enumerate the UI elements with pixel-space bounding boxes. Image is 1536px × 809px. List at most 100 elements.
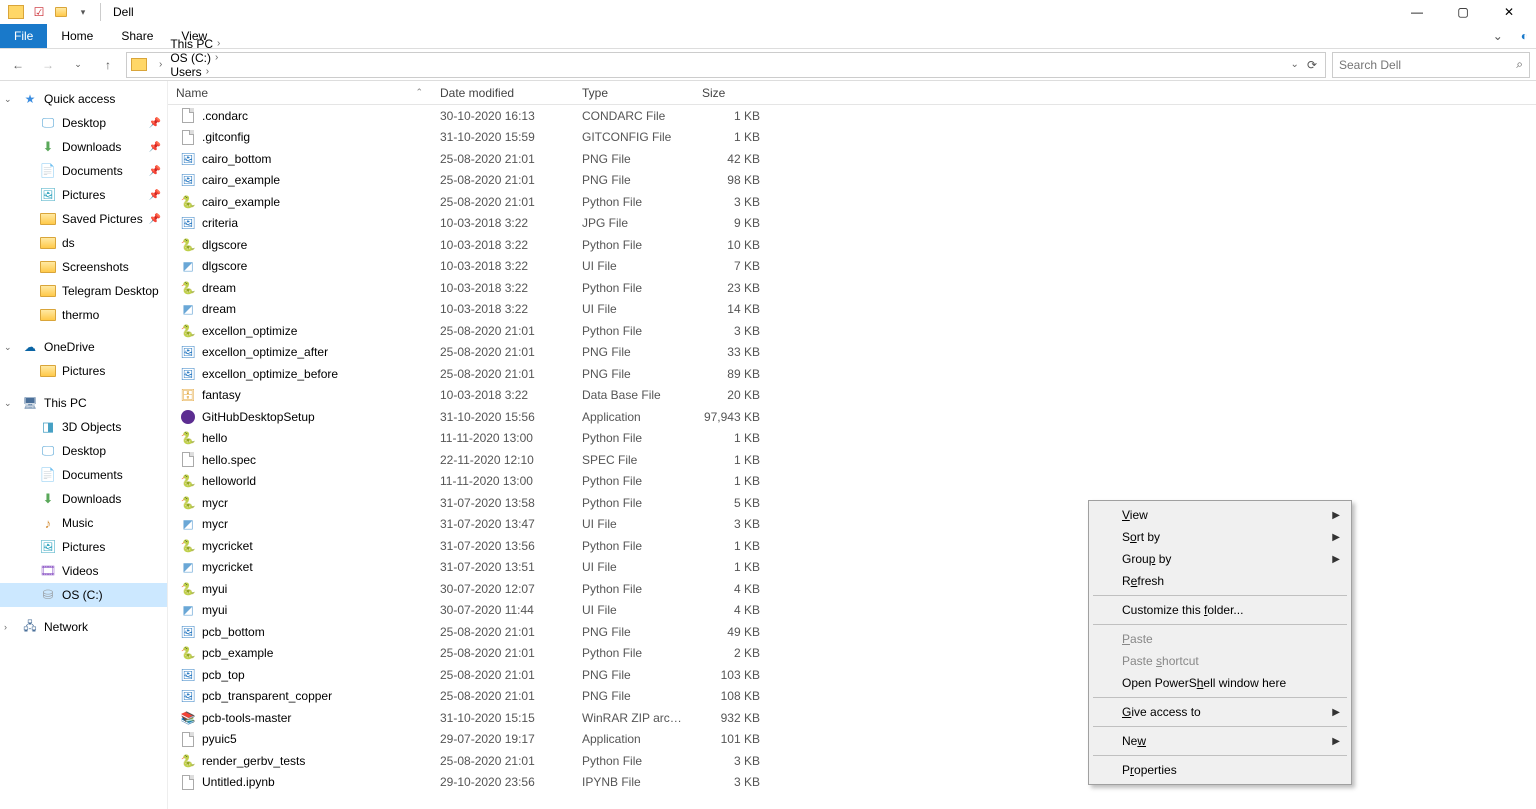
file-size: 1 KB: [694, 560, 772, 574]
nav-item[interactable]: 🖼Pictures: [0, 535, 167, 559]
file-date: 25-08-2020 21:01: [432, 173, 574, 187]
file-row[interactable]: 🐍dream10-03-2018 3:22Python File23 KB: [168, 277, 1536, 299]
file-row[interactable]: hello.spec22-11-2020 12:10SPEC File1 KB: [168, 449, 1536, 471]
nav-item[interactable]: Screenshots: [0, 255, 167, 279]
ctx-powershell[interactable]: Open PowerShell window here: [1092, 672, 1348, 694]
file-row[interactable]: 🖼criteria10-03-2018 3:22JPG File9 KB: [168, 213, 1536, 235]
file-size: 2 KB: [694, 646, 772, 660]
maximize-button[interactable]: ▢: [1440, 0, 1486, 24]
file-row[interactable]: 🖼cairo_bottom25-08-2020 21:01PNG File42 …: [168, 148, 1536, 170]
file-name: helloworld: [202, 474, 256, 488]
nav-item[interactable]: 🖵Desktop📌: [0, 111, 167, 135]
ribbon-expand-icon[interactable]: ⌄: [1483, 24, 1513, 48]
back-button[interactable]: ←: [6, 53, 30, 77]
nav-item[interactable]: Telegram Desktop: [0, 279, 167, 303]
tab-share[interactable]: Share: [107, 24, 167, 48]
ctx-sort[interactable]: Sort by▶: [1092, 526, 1348, 548]
nav-network[interactable]: › 🖧 Network: [0, 615, 167, 639]
breadcrumb-seg[interactable]: Users›: [166, 65, 224, 79]
nav-item[interactable]: 📄Documents📌: [0, 159, 167, 183]
nav-item[interactable]: ◨3D Objects: [0, 415, 167, 439]
file-row[interactable]: 🐍dlgscore10-03-2018 3:22Python File10 KB: [168, 234, 1536, 256]
nav-item[interactable]: 🖼Pictures📌: [0, 183, 167, 207]
qat-dropdown-icon[interactable]: ▾: [76, 5, 90, 19]
up-button[interactable]: ↑: [96, 53, 120, 77]
file-row[interactable]: .condarc30-10-2020 16:13CONDARC File1 KB: [168, 105, 1536, 127]
chevron-down-icon[interactable]: ⌄: [4, 94, 16, 105]
ctx-group[interactable]: Group by▶: [1092, 548, 1348, 570]
qat-newfolder-icon[interactable]: [54, 5, 68, 19]
file-type: PNG File: [574, 689, 694, 703]
file-row[interactable]: GitHubDesktopSetup31-10-2020 15:56Applic…: [168, 406, 1536, 428]
nav-item[interactable]: Saved Pictures📌: [0, 207, 167, 231]
navigation-pane[interactable]: ⌄ ★ Quick access 🖵Desktop📌⬇Downloads📌📄Do…: [0, 81, 168, 809]
chevron-down-icon[interactable]: ⌄: [4, 398, 16, 409]
title-separator: [100, 3, 101, 21]
column-date[interactable]: Date modified: [432, 86, 574, 100]
nav-onedrive[interactable]: ⌄ ☁ OneDrive: [0, 335, 167, 359]
ctx-properties[interactable]: Properties: [1092, 759, 1348, 781]
file-date: 25-08-2020 21:01: [432, 324, 574, 338]
downloads-icon: ⬇: [40, 139, 56, 155]
file-row[interactable]: ◩dream10-03-2018 3:22UI File14 KB: [168, 299, 1536, 321]
nav-item[interactable]: ⛁OS (C:): [0, 583, 167, 607]
search-input[interactable]: [1339, 58, 1516, 72]
file-icon: 🖼: [180, 688, 196, 704]
breadcrumb-root[interactable]: ›: [151, 59, 166, 70]
column-name[interactable]: Name⌃: [168, 86, 432, 100]
breadcrumb-seg[interactable]: This PC›: [166, 37, 224, 51]
file-row[interactable]: 🐍cairo_example25-08-2020 21:01Python Fil…: [168, 191, 1536, 213]
minimize-button[interactable]: —: [1394, 0, 1440, 24]
nav-quick-access[interactable]: ⌄ ★ Quick access: [0, 87, 167, 111]
file-row[interactable]: .gitconfig31-10-2020 15:59GITCONFIG File…: [168, 127, 1536, 149]
close-button[interactable]: ✕: [1486, 0, 1532, 24]
nav-item[interactable]: thermo: [0, 303, 167, 327]
address-history-icon[interactable]: ⌄: [1291, 59, 1299, 70]
file-type: Python File: [574, 324, 694, 338]
file-row[interactable]: 🐍hello11-11-2020 13:00Python File1 KB: [168, 428, 1536, 450]
nav-item[interactable]: ♪Music: [0, 511, 167, 535]
tab-home[interactable]: Home: [47, 24, 107, 48]
ctx-view[interactable]: View▶: [1092, 504, 1348, 526]
ctx-give-access[interactable]: Give access to▶: [1092, 701, 1348, 723]
qat-properties-icon[interactable]: ☑: [32, 5, 46, 19]
chevron-down-icon[interactable]: ⌄: [4, 342, 16, 353]
file-row[interactable]: 🐍helloworld11-11-2020 13:00Python File1 …: [168, 471, 1536, 493]
file-row[interactable]: 🖼excellon_optimize_after25-08-2020 21:01…: [168, 342, 1536, 364]
file-row[interactable]: 🗄fantasy10-03-2018 3:22Data Base File20 …: [168, 385, 1536, 407]
address-bar[interactable]: › This PC›OS (C:)›Users›Dell› ⌄ ⟳: [126, 52, 1326, 78]
nav-item[interactable]: 🎞Videos: [0, 559, 167, 583]
chevron-right-icon[interactable]: ›: [4, 622, 16, 632]
nav-item[interactable]: 🖵Desktop: [0, 439, 167, 463]
nav-item[interactable]: ⬇Downloads📌: [0, 135, 167, 159]
file-icon: 🐍: [180, 473, 196, 489]
nav-this-pc[interactable]: ⌄ 🖥 This PC: [0, 391, 167, 415]
nav-item[interactable]: ds: [0, 231, 167, 255]
recent-dropdown[interactable]: ⌄: [66, 53, 90, 77]
tab-file[interactable]: File: [0, 24, 47, 48]
nav-item[interactable]: ⬇Downloads: [0, 487, 167, 511]
nav-item[interactable]: 📄Documents: [0, 463, 167, 487]
file-row[interactable]: 🖼excellon_optimize_before25-08-2020 21:0…: [168, 363, 1536, 385]
file-type: Python File: [574, 646, 694, 660]
search-box[interactable]: ⌕: [1332, 52, 1530, 78]
column-type[interactable]: Type: [574, 86, 694, 100]
content-pane[interactable]: Name⌃ Date modified Type Size .condarc30…: [168, 81, 1536, 809]
nav-item[interactable]: Pictures: [0, 359, 167, 383]
file-row[interactable]: ◩dlgscore10-03-2018 3:22UI File7 KB: [168, 256, 1536, 278]
file-row[interactable]: 🖼cairo_example25-08-2020 21:01PNG File98…: [168, 170, 1536, 192]
file-size: 3 KB: [694, 195, 772, 209]
refresh-icon[interactable]: ⟳: [1307, 58, 1317, 72]
search-icon[interactable]: ⌕: [1516, 57, 1523, 72]
ctx-new[interactable]: New▶: [1092, 730, 1348, 752]
forward-button[interactable]: →: [36, 53, 60, 77]
ctx-refresh[interactable]: Refresh: [1092, 570, 1348, 592]
window-controls: — ▢ ✕: [1394, 0, 1532, 24]
file-row[interactable]: 🐍excellon_optimize25-08-2020 21:01Python…: [168, 320, 1536, 342]
file-size: 3 KB: [694, 517, 772, 531]
breadcrumb-seg[interactable]: OS (C:)›: [166, 51, 224, 65]
file-type: Python File: [574, 496, 694, 510]
ctx-customize[interactable]: Customize this folder...: [1092, 599, 1348, 621]
column-size[interactable]: Size: [694, 86, 772, 100]
help-icon[interactable]: ◐: [1513, 24, 1536, 48]
